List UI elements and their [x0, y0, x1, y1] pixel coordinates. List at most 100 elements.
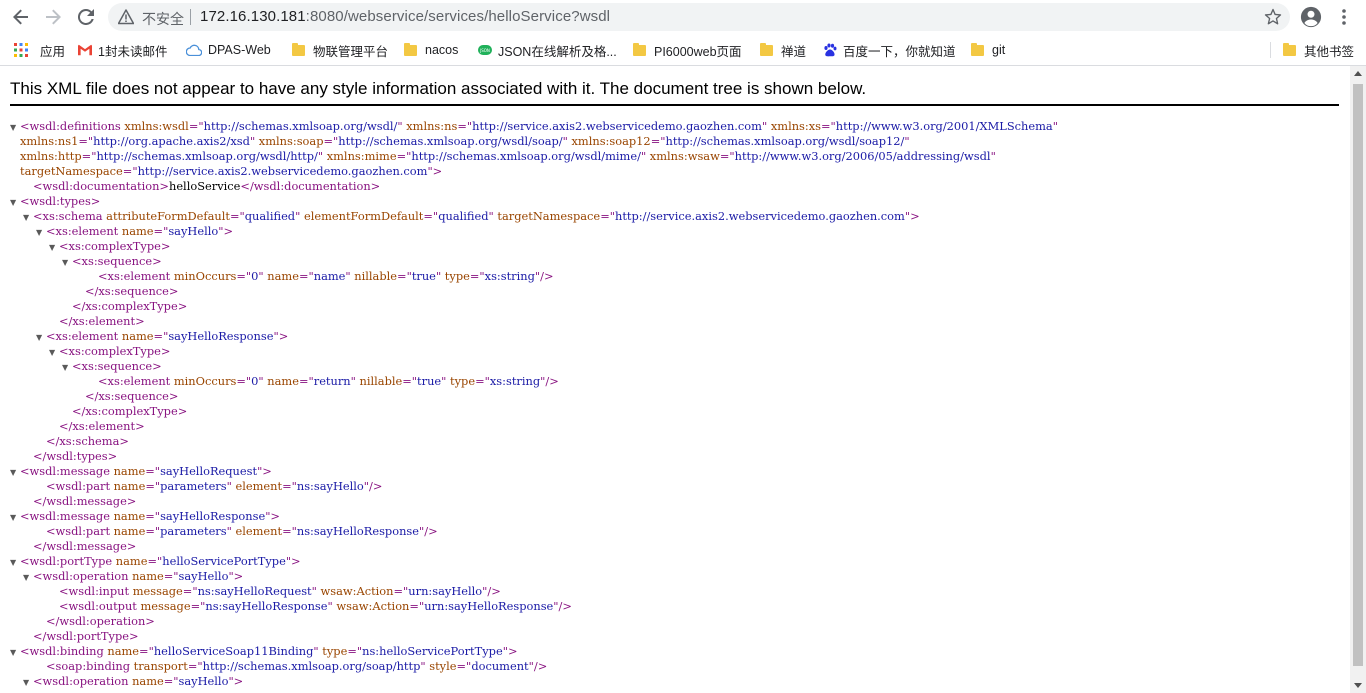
xml-line: </wsdl:message> [10, 494, 1058, 509]
forward-button[interactable] [40, 5, 66, 29]
url-text[interactable]: 172.16.130.181:8080/webservice/services/… [200, 8, 610, 25]
collapse-triangle-icon[interactable]: ▼ [23, 210, 33, 225]
xml-attr-name: xmlns:ns [402, 119, 458, 133]
xml-attr-name: message [136, 599, 191, 613]
xml-attr-value: xs:string [489, 374, 541, 388]
xml-tag: =" [475, 374, 490, 388]
collapse-triangle-icon[interactable]: ▼ [36, 225, 46, 240]
xml-tag: =" [190, 599, 206, 613]
xml-line: ▼ <wsdl:message name="sayHelloRequest"> [10, 464, 1058, 479]
collapse-triangle-icon[interactable]: ▼ [62, 360, 72, 375]
xml-line: </xs:element> [10, 314, 1058, 329]
scroll-down-arrow-icon[interactable] [1354, 683, 1362, 688]
xml-attr-value: http://www.w3.org/2006/05/addressing/wsd… [734, 149, 991, 163]
xml-tag: <wsdl:binding [20, 644, 104, 658]
xml-tag: <wsdl:operation [33, 674, 129, 688]
xml-tag: </xs:sequence> [85, 284, 179, 298]
bookmark-zentao[interactable]: 禅道 [760, 41, 806, 59]
xml-tag: =" [456, 659, 472, 673]
xml-attr-value: http://service.axis2.webservicedemo.gaoz… [472, 119, 762, 133]
bookmark-label: 1封未读邮件 [98, 44, 168, 59]
xml-attr-value: return [313, 374, 351, 388]
xml-tag: "/> [482, 584, 501, 598]
security-label[interactable]: 不安全 [142, 9, 184, 29]
xml-tag: <wsdl:message [20, 464, 110, 478]
xml-attr-value: true [417, 374, 442, 388]
xml-line: <wsdl:input message="ns:sayHelloRequest"… [10, 584, 1058, 599]
xml-tag: </xs:sequence> [85, 389, 179, 403]
bookmark-iot-platform[interactable]: 物联管理平台 [292, 41, 388, 59]
collapse-triangle-icon[interactable]: ▼ [36, 330, 46, 345]
bookmark-apps[interactable]: 应用 [14, 41, 65, 59]
xml-attr-name: minOccurs [170, 269, 237, 283]
collapse-triangle-icon[interactable]: ▼ [10, 195, 20, 210]
bookmark-pi6000[interactable]: PI6000web页面 [633, 41, 742, 59]
bookmark-other[interactable]: 其他书签 [1283, 41, 1354, 59]
xml-tag: "/> [363, 479, 383, 493]
xml-tag: <wsdl:documentation> [33, 179, 169, 193]
xml-tag: =" [469, 269, 485, 283]
xml-tag: "> [273, 329, 289, 343]
xml-document-tree: ▼ <wsdl:definitions xmlns:wsdl="http://sc… [10, 119, 1058, 689]
bookmark-dpas-web[interactable]: DPAS-Web [186, 41, 271, 59]
xml-attr-name: name [103, 644, 140, 658]
vertical-scrollbar[interactable] [1350, 66, 1366, 693]
xml-line: </wsdl:portType> [10, 629, 1058, 644]
xml-attr-name: name [118, 329, 154, 343]
bookmark-label: DPAS-Web [208, 43, 271, 57]
xml-tag: =" [397, 269, 412, 283]
bookmark-baidu[interactable]: 百度一下，你就知道 [823, 41, 956, 59]
collapse-triangle-icon[interactable]: ▼ [10, 555, 20, 570]
collapse-triangle-icon[interactable]: ▼ [10, 645, 20, 660]
xml-tag: =" [182, 584, 198, 598]
profile-avatar-icon[interactable] [1300, 6, 1322, 28]
xml-attr-value: http://service.axis2.webservicedemo.gaoz… [137, 164, 428, 178]
more-menu-icon[interactable] [1336, 7, 1352, 27]
xml-tag: "> [228, 569, 244, 583]
bookmark-git[interactable]: git [971, 41, 1005, 59]
folder-icon [633, 42, 646, 56]
collapse-triangle-icon[interactable]: ▼ [62, 255, 72, 270]
xml-tag: =" [145, 479, 161, 493]
xml-attr-value: http://schemas.xmlsoap.org/wsdl/soap/ [338, 134, 563, 148]
json-icon: JSON [478, 45, 492, 55]
xml-tag: </xs:complexType> [72, 299, 188, 313]
xml-tag: <xs:element [98, 269, 171, 283]
collapse-triangle-icon[interactable]: ▼ [23, 675, 33, 690]
xml-attr-value: ns:sayHelloResponse [205, 599, 328, 613]
xml-tag: =" [650, 134, 666, 148]
arrow-right-icon [46, 9, 61, 25]
xml-attr-value: http://schemas.xmlsoap.org/wsdl/ [203, 119, 398, 133]
collapse-triangle-icon[interactable]: ▼ [10, 510, 20, 525]
reload-button[interactable] [73, 5, 99, 29]
collapse-triangle-icon[interactable]: ▼ [49, 240, 59, 255]
xml-line: ▼ <xs:element name="sayHello"> [10, 224, 1058, 239]
bookmark-label: 百度一下，你就知道 [843, 44, 956, 59]
collapse-triangle-icon[interactable]: ▼ [49, 345, 59, 360]
warning-triangle-icon[interactable] [118, 9, 134, 25]
collapse-triangle-icon[interactable]: ▼ [10, 120, 20, 135]
xml-attr-value: qualified [438, 209, 489, 223]
collapse-triangle-icon[interactable]: ▼ [10, 465, 20, 480]
xml-tag: =" [163, 569, 179, 583]
xml-attr-value: xs:string [484, 269, 535, 283]
bookmark-gmail[interactable]: 1封未读邮件 [78, 41, 167, 59]
scrollbar-thumb[interactable] [1353, 84, 1363, 666]
back-button[interactable] [8, 5, 34, 29]
xml-tag: =" [145, 524, 161, 538]
xml-line: ▼ <wsdl:operation name="sayHello"> [10, 569, 1058, 584]
bookmark-star-icon[interactable] [1264, 8, 1282, 26]
collapse-triangle-icon[interactable]: ▼ [23, 570, 33, 585]
xml-attr-name: name [263, 269, 299, 283]
bookmark-nacos[interactable]: nacos [404, 41, 458, 59]
bookmark-json-parser[interactable]: JSON JSON在线解析及格... [478, 41, 617, 59]
xml-tag: =" [347, 644, 363, 658]
bookmark-label: 其他书签 [1304, 44, 1355, 59]
address-bar[interactable]: 不安全 172.16.130.181:8080/webservice/servi… [108, 3, 1290, 31]
bookmark-label: JSON在线解析及格... [498, 44, 617, 59]
bookmark-label: nacos [425, 43, 459, 57]
scroll-up-arrow-icon[interactable] [1354, 71, 1362, 76]
xml-tag: =" [402, 374, 418, 388]
xml-line: <wsdl:documentation>helloService</wsdl:d… [10, 179, 1058, 194]
xml-tag: " [990, 149, 996, 163]
